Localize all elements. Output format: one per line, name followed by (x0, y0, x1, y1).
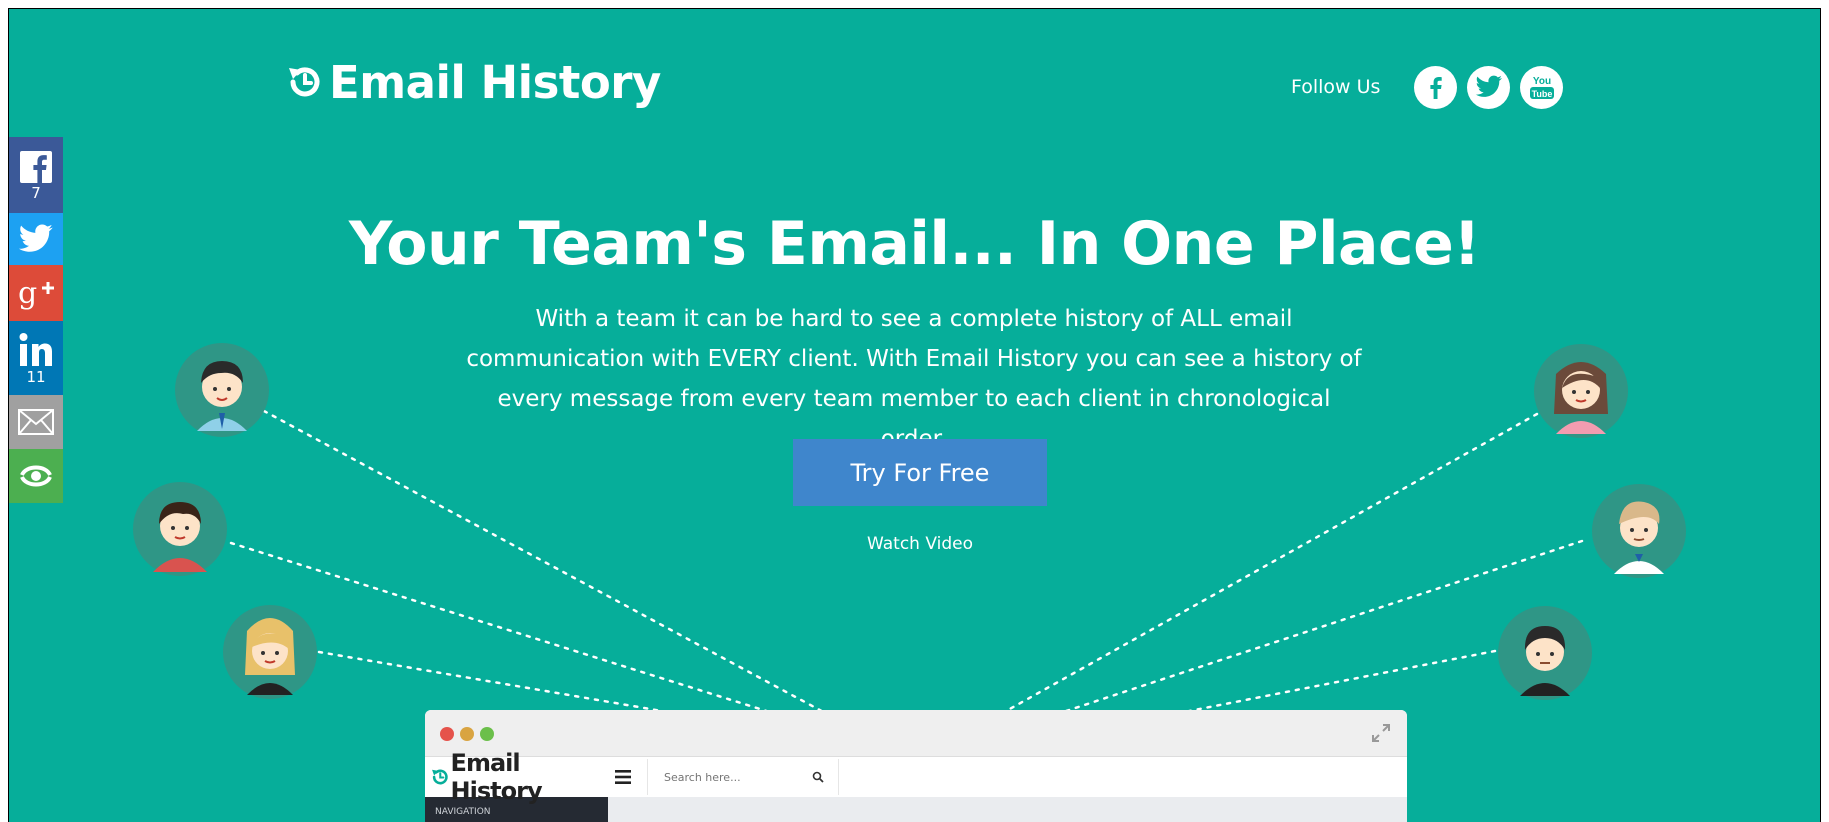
team-member-avatar (1592, 484, 1686, 578)
watch-video-link[interactable]: Watch Video (9, 534, 1820, 554)
brand-name: Email History (329, 55, 661, 109)
share-count: 7 (31, 183, 41, 202)
twitter-icon (1475, 75, 1502, 97)
connector-line (997, 412, 1539, 717)
share-linkedin-button[interactable]: 11 (9, 321, 63, 395)
svg-text:Tube: Tube (1532, 89, 1553, 99)
app-header: Email History (425, 749, 1407, 805)
window-maximize-dot (480, 727, 494, 741)
linkedin-icon (19, 332, 52, 366)
email-icon (18, 409, 54, 435)
window-minimize-dot (460, 727, 474, 741)
team-member-avatar (175, 343, 269, 437)
history-clock-icon (289, 67, 320, 97)
share-email-button[interactable] (9, 395, 63, 449)
nav-heading: NAVIGATION (435, 807, 491, 817)
svg-text:g: g (18, 276, 37, 310)
team-member-avatar (223, 605, 317, 699)
facebook-icon (1430, 77, 1442, 99)
share-facebook-button[interactable]: 7 (9, 137, 63, 213)
app-content (608, 797, 1407, 822)
app-search-box (647, 759, 839, 795)
search-icon[interactable] (812, 771, 824, 783)
try-for-free-button[interactable]: Try For Free (793, 439, 1047, 506)
connector-line (317, 650, 687, 717)
follow-twitter-button[interactable] (1467, 65, 1511, 109)
share-more-button[interactable] (9, 449, 63, 503)
team-member-avatar (1534, 344, 1628, 438)
share-more-icon (20, 465, 52, 487)
search-input[interactable] (662, 769, 806, 785)
team-member-avatar (1498, 606, 1592, 700)
google-plus-icon: g (18, 276, 54, 310)
follow-us: Follow Us You Tube (1291, 63, 1564, 111)
connector-line (1167, 649, 1497, 717)
expand-icon[interactable] (1371, 723, 1391, 743)
hero-description-line: communication with EVERY client. With Em… (466, 346, 1362, 372)
team-member-avatar (133, 482, 227, 576)
youtube-icon: You Tube (1529, 76, 1554, 99)
app-preview-window: Email History NAVIGATION (425, 710, 1407, 822)
follow-label: Follow Us (1291, 76, 1381, 98)
app-logo-text: Email History (450, 749, 543, 805)
window-close-dot (440, 727, 454, 741)
app-logo[interactable]: Email History (425, 749, 607, 805)
share-count: 11 (26, 367, 46, 386)
svg-text:You: You (1533, 76, 1551, 87)
menu-icon[interactable] (613, 768, 635, 786)
hero-description: With a team it can be hard to see a comp… (464, 299, 1364, 459)
hero-description-line: With a team it can be hard to see a comp… (535, 306, 1293, 332)
brand-logo[interactable]: Email History (285, 55, 661, 109)
hero-title: Your Team's Email... In One Place! (348, 209, 1481, 279)
share-bar: 7 g 11 (9, 137, 63, 503)
follow-facebook-button[interactable] (1414, 65, 1458, 109)
history-clock-icon (432, 769, 448, 785)
facebook-icon (20, 150, 52, 183)
follow-youtube-button[interactable]: You Tube (1520, 65, 1564, 109)
page-frame: Email History Follow Us You Tube 7 g 11 … (9, 9, 1820, 822)
